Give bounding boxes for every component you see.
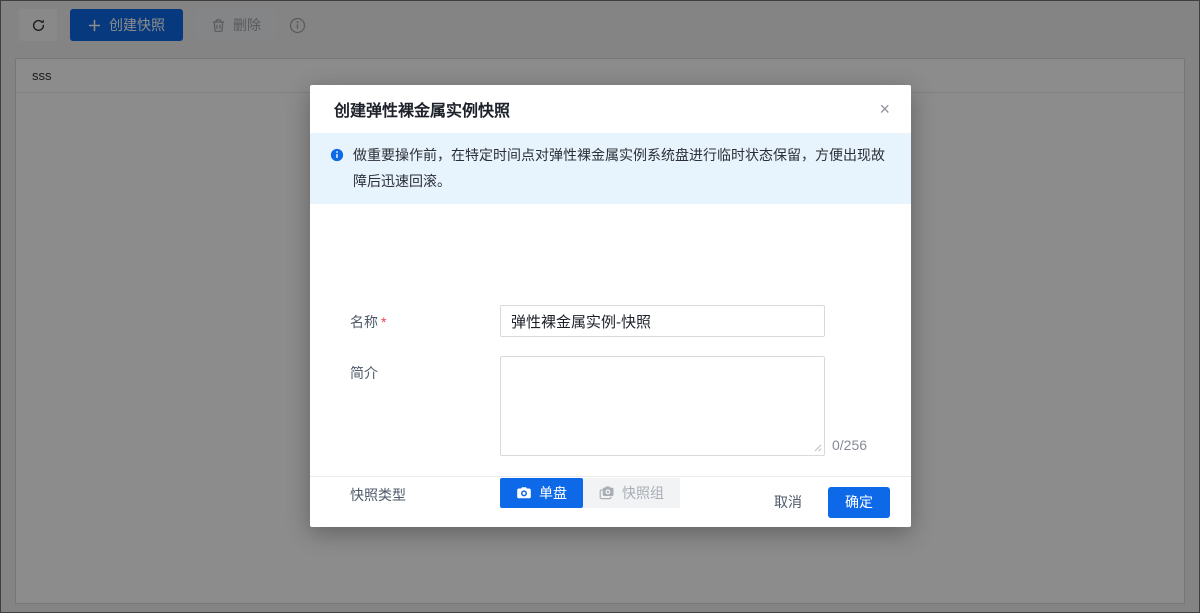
name-row: 名称* xyxy=(310,305,911,337)
dialog-title: 创建弹性裸金属实例快照 xyxy=(334,97,510,121)
description-textarea[interactable] xyxy=(500,356,825,456)
name-input[interactable] xyxy=(500,305,825,337)
info-alert: 做重要操作前，在特定时间点对弹性裸金属实例系统盘进行临时状态保留，方便出现故障后… xyxy=(310,133,911,204)
description-label: 简介 xyxy=(350,356,500,456)
description-wrap: 0/256 xyxy=(500,356,867,456)
create-snapshot-dialog: 创建弹性裸金属实例快照 × 做重要操作前，在特定时间点对弹性裸金属实例系统盘进行… xyxy=(310,85,911,527)
dialog-header: 创建弹性裸金属实例快照 × xyxy=(310,85,911,133)
alert-message: 做重要操作前，在特定时间点对弹性裸金属实例系统盘进行临时状态保留，方便出现故障后… xyxy=(353,142,891,194)
name-label: 名称* xyxy=(350,305,500,337)
description-row: 简介 0/256 xyxy=(310,356,911,456)
snapshot-form: 名称* 简介 0/256 快照类型 单盘 xyxy=(310,282,911,508)
required-mark: * xyxy=(381,314,386,330)
dialog-footer: 取消 确定 xyxy=(310,476,911,527)
confirm-button[interactable]: 确定 xyxy=(828,487,890,518)
info-filled-icon xyxy=(330,148,344,162)
cancel-button[interactable]: 取消 xyxy=(774,492,802,512)
close-icon[interactable]: × xyxy=(879,100,890,118)
char-counter: 0/256 xyxy=(832,438,867,456)
